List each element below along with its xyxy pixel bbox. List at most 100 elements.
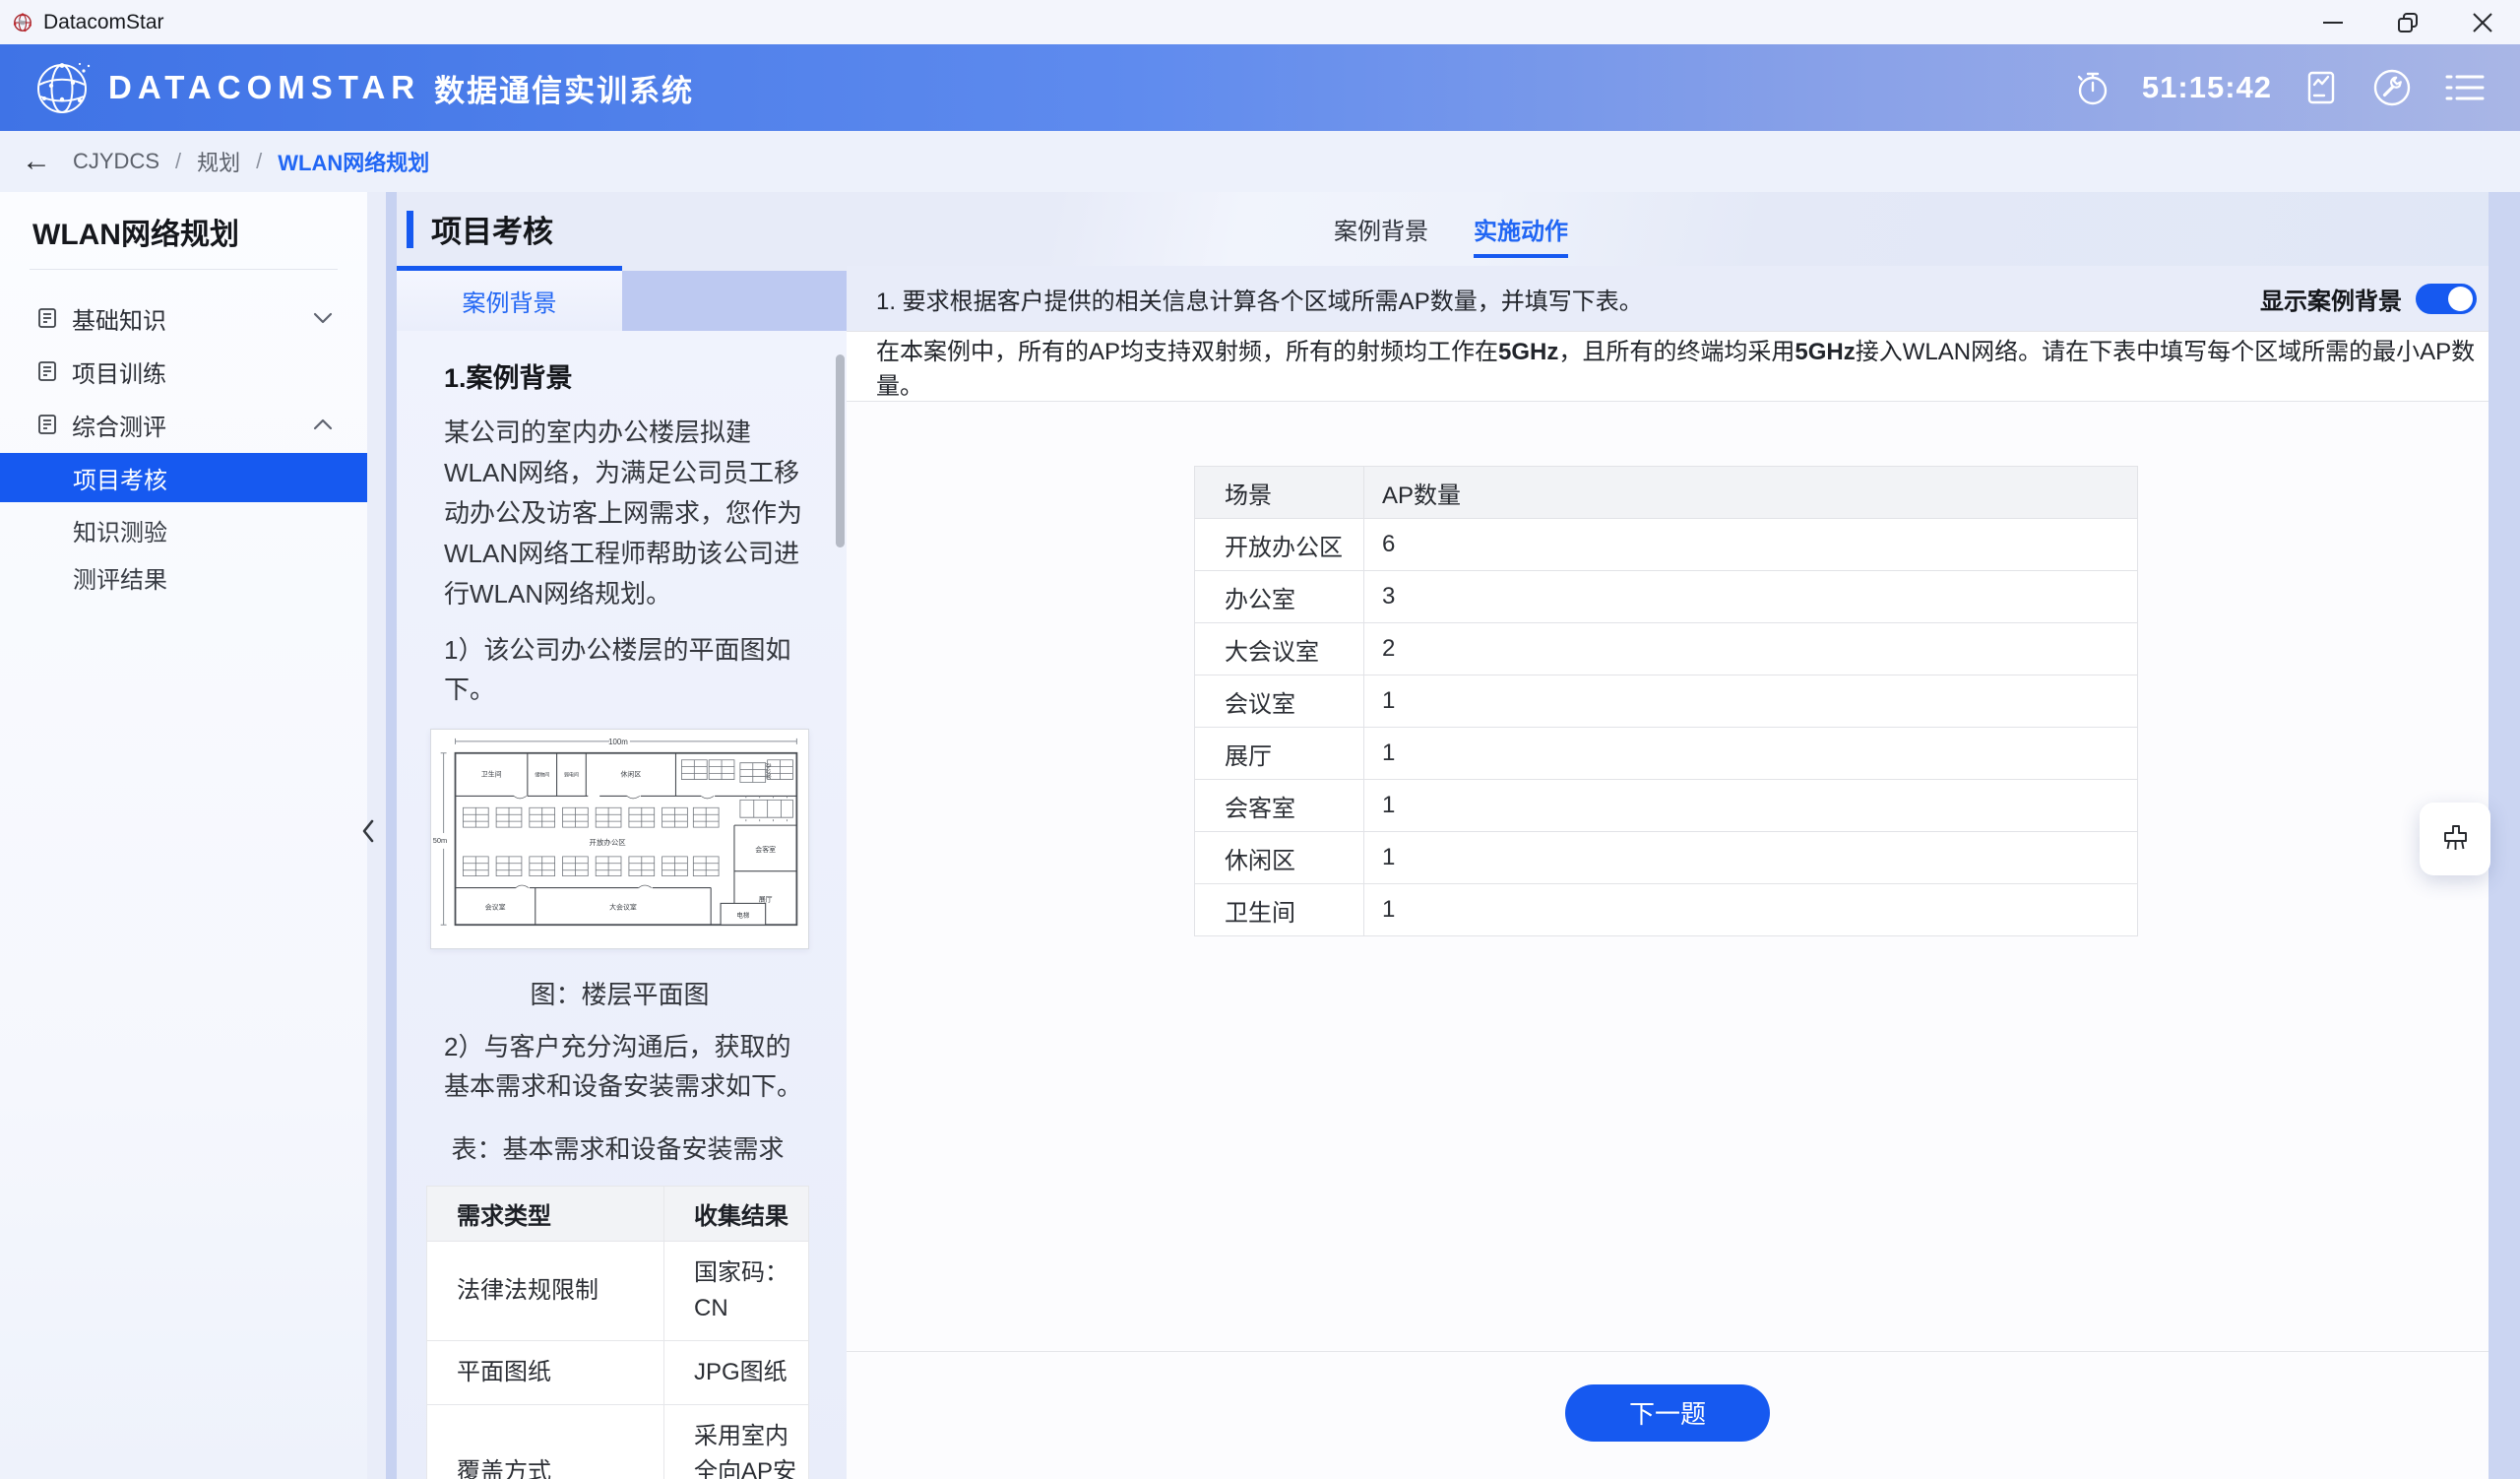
question-text: 1. 要求根据客户提供的相关信息计算各个区域所需AP数量，并填写下表。	[876, 282, 1643, 316]
show-case-toggle[interactable]	[2416, 284, 2477, 314]
close-button[interactable]	[2445, 0, 2520, 44]
answer-table-row: 大会议室 2	[1195, 623, 2138, 675]
answer-table-row: 开放办公区 6	[1195, 519, 2138, 571]
answer-table-row: 展厅 1	[1195, 728, 2138, 780]
document-icon	[35, 359, 59, 383]
report-icon[interactable]	[2301, 68, 2341, 107]
room-elevator: 电梯	[736, 910, 749, 919]
tab-case-background[interactable]: 案例背景	[1334, 212, 1428, 246]
req-header-type: 需求类型	[427, 1187, 664, 1242]
scene-cell: 开放办公区	[1195, 519, 1364, 571]
req-type-cell: 法律法规限制	[427, 1242, 664, 1341]
answer-header-ap: AP数量	[1364, 467, 2138, 519]
answer-table-row: 卫生间 1	[1195, 884, 2138, 936]
sidebar-subitem-knowledge-quiz[interactable]: 知识测验	[0, 506, 367, 553]
show-case-toggle-label: 显示案例背景	[2260, 282, 2402, 316]
floorplan-width-label: 100m	[608, 738, 628, 746]
title-accent-bar	[407, 211, 413, 248]
sidebar-item-assessment[interactable]: 综合测评	[0, 398, 367, 451]
answer-area: 场景 AP数量 开放办公区 6 办公室	[847, 402, 2488, 1351]
sidebar-item-basics[interactable]: 基础知识	[0, 291, 367, 345]
answer-table-row: 休闲区 1	[1195, 832, 2138, 884]
breadcrumb-separator: /	[256, 149, 262, 174]
question-panel: 1. 要求根据客户提供的相关信息计算各个区域所需AP数量，并填写下表。 显示案例…	[847, 266, 2488, 1479]
back-arrow-icon[interactable]: ←	[22, 147, 51, 176]
menu-list-icon[interactable]	[2443, 68, 2487, 107]
question-bar: 1. 要求根据客户提供的相关信息计算各个区域所需AP数量，并填写下表。 显示案例…	[847, 266, 2488, 331]
stopwatch-icon	[2073, 68, 2112, 107]
room-utility: 弱电间	[564, 772, 579, 779]
req-table-row: 平面图纸 JPG图纸	[427, 1341, 809, 1405]
req-header-result: 收集结果	[664, 1187, 809, 1242]
window-controls	[2296, 0, 2520, 44]
app-logo-small-icon	[12, 12, 33, 33]
sidebar-item-training[interactable]: 项目训练	[0, 345, 367, 398]
case-point-1: 1）该公司办公楼层的平面图如下。	[444, 630, 811, 709]
requirements-table: 需求类型 收集结果 法律法规限制 国家码：CN	[426, 1186, 809, 1479]
req-result-cell: 采用室内全向AP安装	[664, 1405, 809, 1479]
app-header: DATACOMSTAR 数据通信实训系统 51:15:42	[0, 44, 2520, 131]
brand-name: DATACOMSTAR	[108, 69, 420, 106]
exam-timer: 51:15:42	[2142, 70, 2272, 105]
sidebar-divider	[30, 269, 338, 270]
floorplan-image: 100m 50m	[430, 729, 809, 949]
restore-button[interactable]	[2370, 0, 2445, 44]
case-heading: 1.案例背景	[444, 356, 811, 395]
product-name: 数据通信实训系统	[434, 66, 694, 110]
tab-implementation[interactable]: 实施动作	[1474, 212, 1568, 258]
minimize-button[interactable]	[2296, 0, 2370, 44]
case-point-2: 2）与客户充分沟通后，获取的基本需求和设备安装需求如下。	[444, 1027, 811, 1106]
ap-count-cell[interactable]: 3	[1364, 571, 2138, 623]
page-title: 项目考核	[431, 207, 553, 251]
requirements-table-caption: 表：基本需求和设备安装需求	[426, 1129, 809, 1166]
room-office: 办公室	[765, 763, 773, 780]
answer-table-row: 办公室 3	[1195, 571, 2138, 623]
ap-count-cell[interactable]: 1	[1364, 884, 2138, 936]
breadcrumb-root[interactable]: CJYDCS	[73, 149, 159, 174]
ap-count-cell[interactable]: 6	[1364, 519, 2138, 571]
main-content: 项目考核 案例背景 实施动作 案例背景 1.案例背景 某公司的室内办公楼层拟建W…	[397, 192, 2488, 1479]
req-table-row: 覆盖方式 采用室内全向AP安装	[427, 1405, 809, 1479]
sidebar-subitem-project-exam[interactable]: 项目考核	[0, 453, 367, 502]
brush-icon	[2437, 821, 2473, 857]
case-panel-tabstrip	[622, 271, 847, 331]
case-panel-tab[interactable]: 案例背景	[397, 266, 622, 331]
breadcrumb-plan[interactable]: 规划	[197, 146, 240, 177]
case-panel-scrollbar[interactable]	[836, 354, 845, 547]
toggle-knob	[2448, 287, 2473, 311]
question-note: 在本案例中，所有的AP均支持双射频，所有的射频均工作在5GHz，且所有的终端均采…	[847, 331, 2488, 402]
breadcrumb: ← CJYDCS / 规划 / WLAN网络规划	[0, 131, 2520, 192]
room-meeting: 会议室	[485, 902, 506, 911]
scene-cell: 休闲区	[1195, 832, 1364, 884]
figure-caption: 图：楼层平面图	[430, 975, 809, 1011]
ap-count-cell[interactable]: 1	[1364, 675, 2138, 728]
sidebar-subitem-results[interactable]: 测评结果	[0, 553, 367, 601]
scene-cell: 大会议室	[1195, 623, 1364, 675]
document-icon	[35, 306, 59, 330]
room-storage: 储物间	[535, 772, 549, 779]
chevron-down-icon	[312, 311, 334, 325]
ap-count-cell[interactable]: 1	[1364, 780, 2138, 832]
window-title: DatacomStar	[43, 11, 164, 34]
ap-count-cell[interactable]: 1	[1364, 832, 2138, 884]
next-question-button[interactable]: 下一题	[1565, 1384, 1770, 1442]
scene-cell: 展厅	[1195, 728, 1364, 780]
content-header: 项目考核 案例背景 实施动作	[397, 192, 2488, 266]
case-panel-body: 1.案例背景 某公司的室内办公楼层拟建WLAN网络，为满足公司员工移动办公及访客…	[397, 331, 847, 1479]
view-tabs: 案例背景 实施动作	[1334, 192, 1568, 266]
ap-count-cell[interactable]: 1	[1364, 728, 2138, 780]
ap-count-cell[interactable]: 2	[1364, 623, 2138, 675]
room-restroom: 卫生间	[481, 770, 502, 779]
sidebar-collapse-handle[interactable]	[360, 811, 386, 851]
floorplan-height-label: 50m	[433, 836, 447, 845]
room-reception: 会客室	[755, 845, 776, 854]
scene-cell: 会议室	[1195, 675, 1364, 728]
tools-icon[interactable]	[2370, 66, 2414, 109]
scene-cell: 卫生间	[1195, 884, 1364, 936]
room-lounge: 休闲区	[621, 770, 642, 779]
room-open-office: 开放办公区	[590, 837, 627, 847]
answer-table-row: 会议室 1	[1195, 675, 2138, 728]
req-result-cell: JPG图纸	[664, 1341, 809, 1405]
floating-brush-button[interactable]	[2420, 803, 2490, 875]
breadcrumb-current: WLAN网络规划	[278, 146, 429, 177]
